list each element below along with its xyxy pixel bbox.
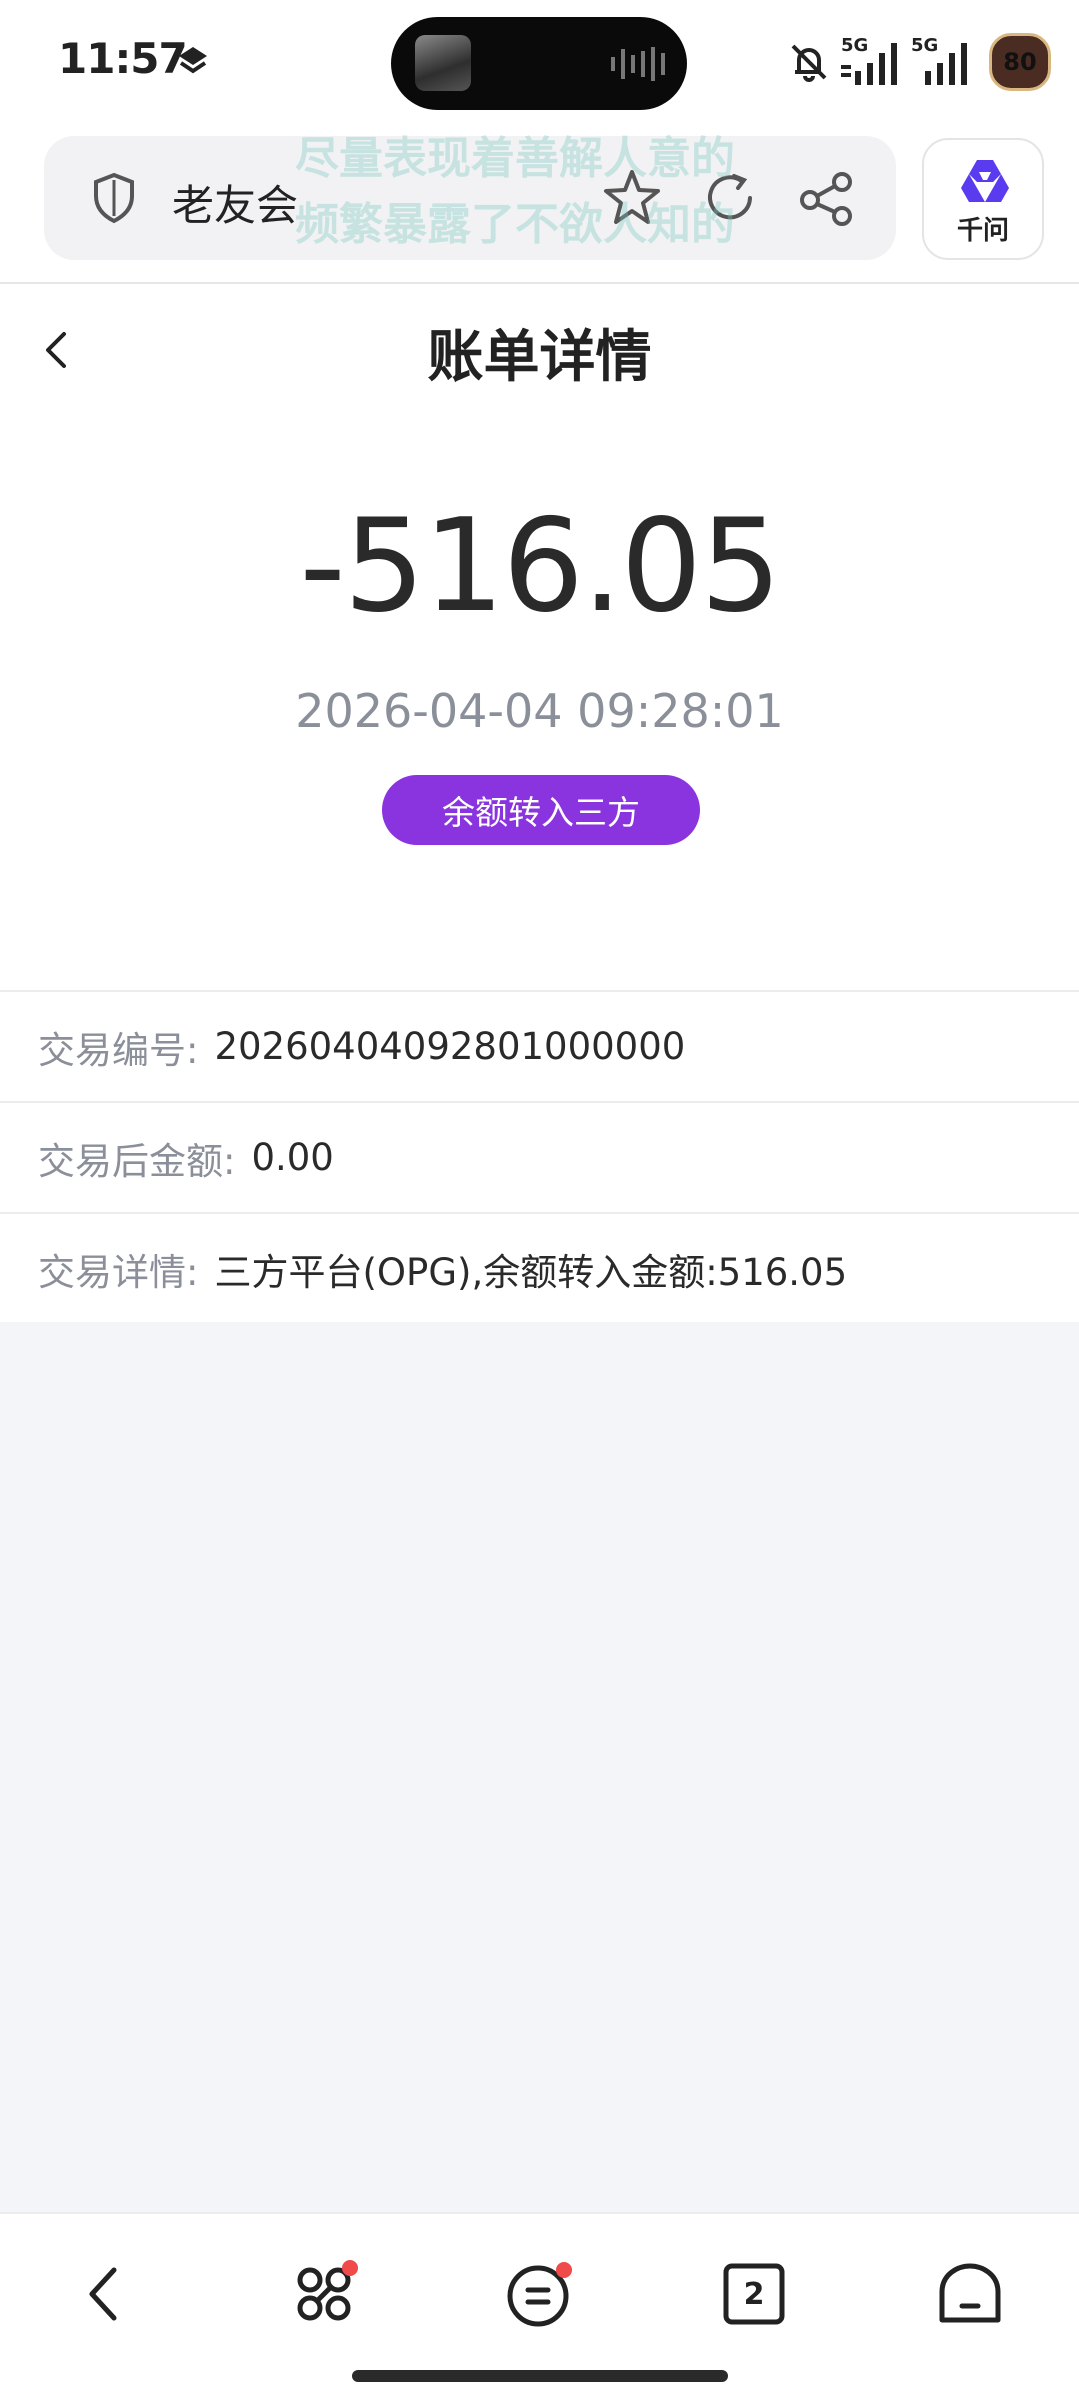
layers-icon	[179, 47, 207, 74]
detail-row-id: 交易编号: 20260404092801000000	[0, 990, 1079, 1101]
refresh-icon[interactable]	[700, 168, 760, 228]
detail-label: 交易详情:	[38, 1250, 199, 1294]
home-indicator[interactable]	[352, 2370, 728, 2382]
back-icon[interactable]	[66, 2254, 146, 2334]
tabs-icon[interactable]: 2	[714, 2254, 794, 2334]
notification-dot	[556, 2262, 572, 2278]
transaction-details: 交易编号: 20260404092801000000 交易后金额: 0.00 交…	[0, 990, 1079, 1323]
detail-label: 交易编号:	[38, 1028, 199, 1072]
ai-label: 千问	[956, 216, 1009, 246]
detail-row-balance: 交易后金额: 0.00	[0, 1101, 1079, 1212]
detail-value: 20260404092801000000	[214, 1025, 686, 1068]
detail-row-description: 交易详情: 三方平台(OPG),余额转入金额:516.05	[0, 1212, 1079, 1323]
tab-count: 2	[743, 2276, 765, 2312]
detail-value: 三方平台(OPG),余额转入金额:516.05	[214, 1250, 848, 1294]
star-icon[interactable]	[600, 166, 664, 230]
signal-icon: 5G	[841, 35, 903, 87]
divider	[0, 282, 1079, 284]
audio-wave-icon	[611, 47, 665, 81]
page-title: 账单详情	[427, 325, 652, 390]
transaction-type-badge: 余额转入三方	[382, 775, 700, 845]
ai-assistant-button[interactable]: 千问	[922, 138, 1044, 260]
transaction-amount: -516.05	[299, 492, 781, 641]
status-time: 11:57	[58, 34, 188, 83]
tools-icon[interactable]	[284, 2254, 364, 2334]
mute-icon	[791, 44, 827, 82]
shield-icon[interactable]	[92, 172, 136, 224]
battery-icon: 80	[989, 33, 1051, 91]
signal-icon: 5G	[911, 35, 973, 87]
share-icon[interactable]	[796, 168, 856, 228]
status-icons: 5G 5G 80	[785, 30, 1051, 94]
battery-level: 80	[1003, 48, 1037, 76]
empty-content-area	[0, 1322, 1079, 2212]
detail-value: 0.00	[251, 1136, 334, 1179]
music-island-thumb	[415, 35, 471, 91]
detail-label: 交易后金额:	[38, 1139, 236, 1183]
home-icon[interactable]	[930, 2254, 1010, 2334]
notification-dot	[342, 2260, 358, 2276]
ai-logo-icon	[961, 160, 1009, 202]
url-bar[interactable]: 老友会	[44, 136, 896, 260]
site-title[interactable]: 老友会	[172, 172, 298, 233]
dynamic-island[interactable]	[391, 17, 687, 110]
transaction-datetime: 2026-04-04 09:28:01	[295, 684, 784, 738]
menu-icon[interactable]	[498, 2254, 578, 2334]
status-bar: 11:57 5G 5G 80	[0, 0, 1079, 125]
